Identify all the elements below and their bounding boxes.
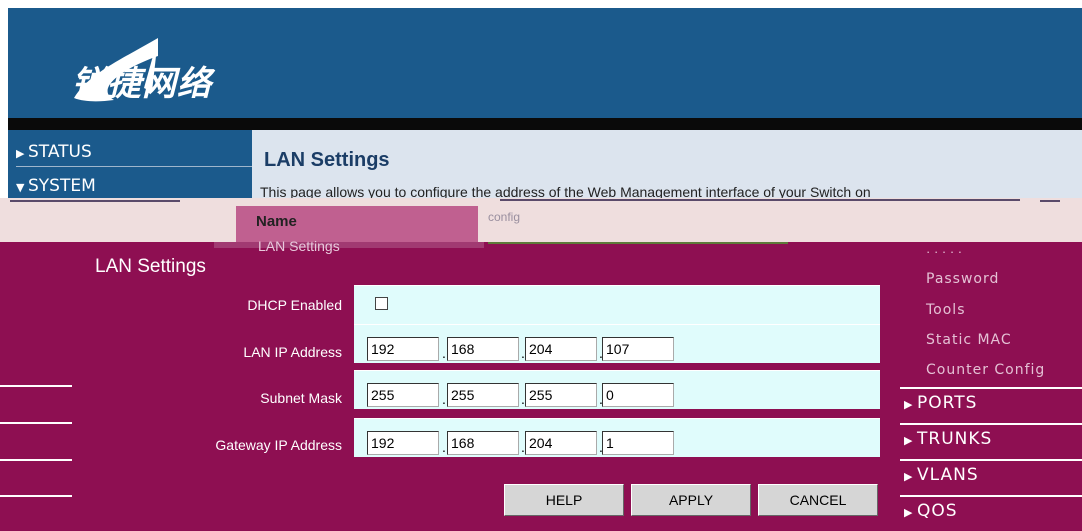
- table-header-name: Name: [256, 213, 297, 230]
- menu-item-trunks[interactable]: ▶ TRUNKS: [900, 423, 1082, 459]
- sidebar-item-label: STATUS: [28, 142, 92, 162]
- sidebar-nav: ▶ STATUS ▼ SYSTEM: [8, 130, 260, 198]
- dhcp-row: [354, 285, 880, 324]
- sidebar-item-label: SYSTEM: [28, 176, 96, 196]
- artifact-text: · · · · ·: [926, 244, 963, 259]
- menu-item-vlans[interactable]: ▶ VLANS: [900, 459, 1082, 495]
- dialog-title: LAN Settings: [95, 256, 206, 277]
- triangle-down-icon: ▼: [16, 181, 25, 194]
- sidebar-item-system[interactable]: ▼ SYSTEM: [16, 176, 96, 196]
- subnet-mask-label: Subnet Mask: [260, 390, 342, 406]
- gateway-octet-2-input[interactable]: 168: [447, 431, 519, 455]
- menu-item-label: PORTS: [917, 393, 978, 413]
- lan-ip-octet-2-input[interactable]: 168: [447, 337, 519, 361]
- menu-item-tools[interactable]: Tools: [926, 302, 966, 318]
- gateway-ip-address-label: Gateway IP Address: [215, 437, 342, 453]
- sidebar-divider: [16, 166, 260, 167]
- cancel-button[interactable]: CANCEL: [758, 484, 878, 516]
- page-description-continued: config: [488, 210, 521, 224]
- menu-item-static-mac[interactable]: Static MAC: [926, 332, 1012, 348]
- sidebar-divider: [0, 422, 72, 424]
- lan-ip-address-label: LAN IP Address: [243, 344, 342, 360]
- lan-ip-octet-1-input[interactable]: 192: [367, 337, 439, 361]
- sidebar-divider: [0, 459, 72, 461]
- sidebar-sub-item-lan-settings[interactable]: LAN Settings: [258, 238, 340, 254]
- sidebar-item-status[interactable]: ▶ STATUS: [16, 142, 92, 162]
- page-title: LAN Settings: [264, 149, 390, 171]
- triangle-right-icon: ▶: [904, 470, 914, 483]
- triangle-right-icon: ▶: [904, 398, 914, 411]
- menu-item-password[interactable]: Password: [926, 271, 999, 287]
- menu-item-ports[interactable]: ▶ PORTS: [900, 387, 1082, 423]
- lan-ip-octet-3-input[interactable]: 204: [525, 337, 597, 361]
- sidebar-divider: [0, 385, 72, 387]
- menu-item-qos[interactable]: ▶ QOS: [900, 495, 1082, 531]
- menu-item-label: VLANS: [917, 465, 979, 485]
- artifact-strip: [214, 242, 484, 248]
- triangle-right-icon: ▶: [904, 506, 914, 519]
- subnet-octet-2-input[interactable]: 255: [447, 383, 519, 407]
- gateway-octet-1-input[interactable]: 192: [367, 431, 439, 455]
- header-divider: [8, 118, 1082, 130]
- header-banner: 锐捷网络: [8, 8, 1082, 118]
- menu-item-counter-config[interactable]: Counter Config: [926, 362, 1045, 378]
- company-logo-text: 锐捷网络: [72, 64, 212, 104]
- lan-ip-octet-4-input[interactable]: 107: [602, 337, 674, 361]
- menu-item-label: TRUNKS: [917, 429, 993, 449]
- help-button[interactable]: HELP: [504, 484, 624, 516]
- octet-separator: .: [442, 391, 446, 407]
- gateway-octet-4-input[interactable]: 1: [602, 431, 674, 455]
- gateway-octet-3-input[interactable]: 204: [525, 431, 597, 455]
- triangle-right-icon: ▶: [904, 434, 914, 447]
- menu-item-label: QOS: [917, 501, 958, 521]
- artifact-noise: [10, 199, 1060, 202]
- subnet-octet-4-input[interactable]: 0: [602, 383, 674, 407]
- octet-separator: .: [442, 345, 446, 361]
- dhcp-enabled-checkbox[interactable]: [375, 297, 388, 310]
- subnet-octet-3-input[interactable]: 255: [525, 383, 597, 407]
- dhcp-enabled-label: DHCP Enabled: [247, 297, 342, 313]
- apply-button[interactable]: APPLY: [631, 484, 751, 516]
- sidebar-divider: [0, 495, 72, 497]
- page-description: This page allows you to configure the ad…: [260, 184, 871, 198]
- artifact-strip: [488, 242, 788, 244]
- octet-separator: .: [442, 439, 446, 455]
- subnet-octet-1-input[interactable]: 255: [367, 383, 439, 407]
- triangle-right-icon: ▶: [16, 147, 25, 160]
